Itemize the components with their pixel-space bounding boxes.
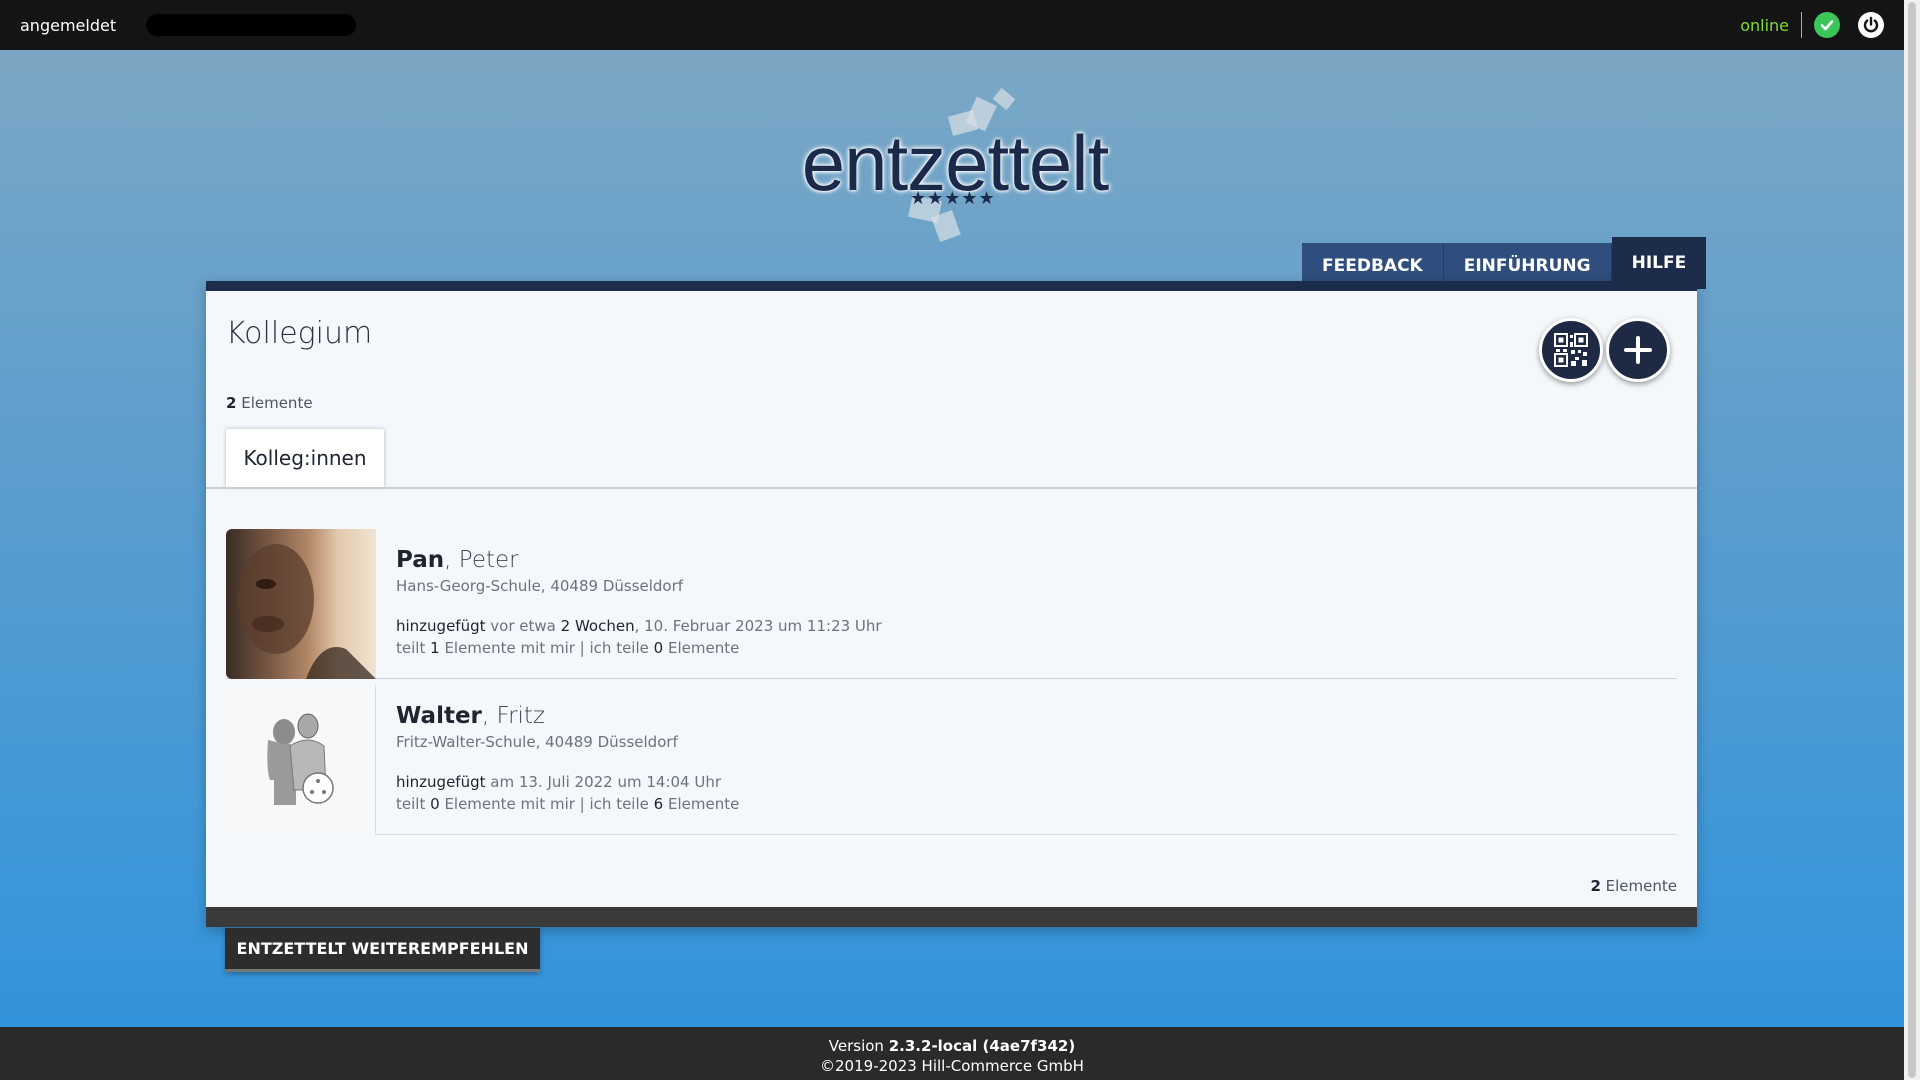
- shares-prefix: teilt: [396, 795, 426, 813]
- colleague-shares-info: teilt 1 Elemente mit mir | ich teile 0 E…: [396, 639, 882, 657]
- online-status-text: online: [1740, 15, 1789, 35]
- shares-with-me-count: 0: [430, 795, 440, 813]
- login-status-label: angemeldet: [20, 15, 117, 35]
- colleague-last-name: Pan: [396, 547, 445, 573]
- connection-status: online: [1740, 12, 1884, 38]
- shares-mid: Elemente mit mir | ich teile: [444, 795, 649, 813]
- colleague-name: Walter, Fritz: [396, 703, 546, 729]
- panel-footer-bar: [206, 907, 1697, 927]
- element-count-label: Elemente: [1605, 877, 1677, 895]
- user-placeholder-icon: [266, 713, 334, 805]
- colleague-first-name: Fritz: [496, 703, 546, 729]
- tab-divider: [206, 487, 1697, 489]
- redacted-username: [146, 14, 357, 36]
- element-count-top: 2 Elemente: [226, 394, 313, 412]
- shares-mid: Elemente mit mir | ich teile: [444, 639, 649, 657]
- logo-paper-decoration: [931, 210, 961, 242]
- shares-suffix: Elemente: [667, 639, 740, 657]
- added-label: hinzugefügt: [396, 773, 486, 791]
- recommend-button[interactable]: ENTZETTELT WEITEREMPFEHLEN: [225, 928, 540, 972]
- added-label: hinzugefügt: [396, 617, 486, 635]
- version-label: Version: [828, 1037, 884, 1055]
- element-count-number: 2: [226, 394, 237, 412]
- page-footer: Version 2.3.2-local (4ae7f342) ©2019-202…: [0, 1027, 1904, 1080]
- avatar: [226, 529, 376, 679]
- logout-power-icon[interactable]: [1858, 12, 1884, 38]
- tab-kolleginnen[interactable]: Kolleg:innen: [226, 429, 384, 487]
- version-line: Version 2.3.2-local (4ae7f342): [0, 1036, 1904, 1056]
- shares-by-me-count: 0: [653, 639, 664, 657]
- added-prefix: vor etwa: [490, 617, 556, 635]
- colleague-shares-info: teilt 0 Elemente mit mir | ich teile 6 E…: [396, 795, 739, 813]
- added-date: , 10. Februar 2023 um 11:23 Uhr: [634, 617, 882, 635]
- colleague-last-name: Walter: [396, 703, 482, 729]
- qr-code-icon: [1554, 333, 1588, 367]
- added-prefix: am 13. Juli 2022 um 14:04 Uhr: [490, 773, 722, 791]
- status-divider: [1801, 12, 1802, 38]
- colleague-school: Hans-Georg-Schule, 40489 Düsseldorf: [396, 577, 684, 595]
- element-count-label: Elemente: [241, 394, 313, 412]
- colleague-added-info: hinzugefügt vor etwa 2 Wochen, 10. Febru…: [396, 617, 882, 635]
- colleague-name: Pan, Peter: [396, 547, 519, 573]
- shares-suffix: Elemente: [667, 795, 740, 813]
- check-circle-icon: [1814, 12, 1840, 38]
- colleague-first-name: Peter: [458, 547, 519, 573]
- logo-stars: ★★★★★: [910, 188, 996, 209]
- list-item[interactable]: Pan, Peter Hans-Georg-Schule, 40489 Düss…: [226, 529, 1677, 679]
- top-bar: angemeldet online: [0, 0, 1904, 50]
- page-title: Kollegium: [226, 316, 373, 351]
- list-item[interactable]: Walter, Fritz Fritz-Walter-Schule, 40489…: [226, 685, 1677, 835]
- user-info: angemeldet: [20, 14, 357, 36]
- shares-by-me-count: 6: [653, 795, 664, 813]
- scrollbar-thumb[interactable]: [1908, 2, 1916, 1078]
- colleague-info: Walter, Fritz Fritz-Walter-Schule, 40489…: [376, 685, 739, 834]
- add-colleague-button[interactable]: [1606, 318, 1670, 382]
- entzettelt-logo[interactable]: entzettelt ★★★★★: [800, 87, 1110, 248]
- colleague-added-info: hinzugefügt am 13. Juli 2022 um 14:04 Uh…: [396, 773, 739, 791]
- copyright: ©2019-2023 Hill-Commerce GmbH: [820, 1057, 1084, 1075]
- added-relative: 2 Wochen: [560, 617, 635, 635]
- plus-icon: [1624, 336, 1652, 364]
- version-number: 2.3.2-local (4ae7f342): [888, 1037, 1076, 1055]
- colleague-info: Pan, Peter Hans-Georg-Schule, 40489 Düss…: [376, 529, 882, 678]
- kollegium-panel: Kollegium 2 Elemente Kolleg:innen Pan, P…: [206, 281, 1697, 927]
- colleague-list: Pan, Peter Hans-Georg-Schule, 40489 Düss…: [226, 529, 1677, 841]
- shares-prefix: teilt: [396, 639, 426, 657]
- qr-code-button[interactable]: [1539, 318, 1603, 382]
- colleague-school: Fritz-Walter-Schule, 40489 Düsseldorf: [396, 733, 678, 751]
- shares-with-me-count: 1: [430, 639, 440, 657]
- element-count-bottom: 2 Elemente: [1590, 877, 1677, 895]
- page-scrollbar[interactable]: [1904, 0, 1920, 1080]
- avatar: [226, 685, 376, 835]
- element-count-number: 2: [1590, 877, 1601, 895]
- profile-photo: [238, 544, 376, 679]
